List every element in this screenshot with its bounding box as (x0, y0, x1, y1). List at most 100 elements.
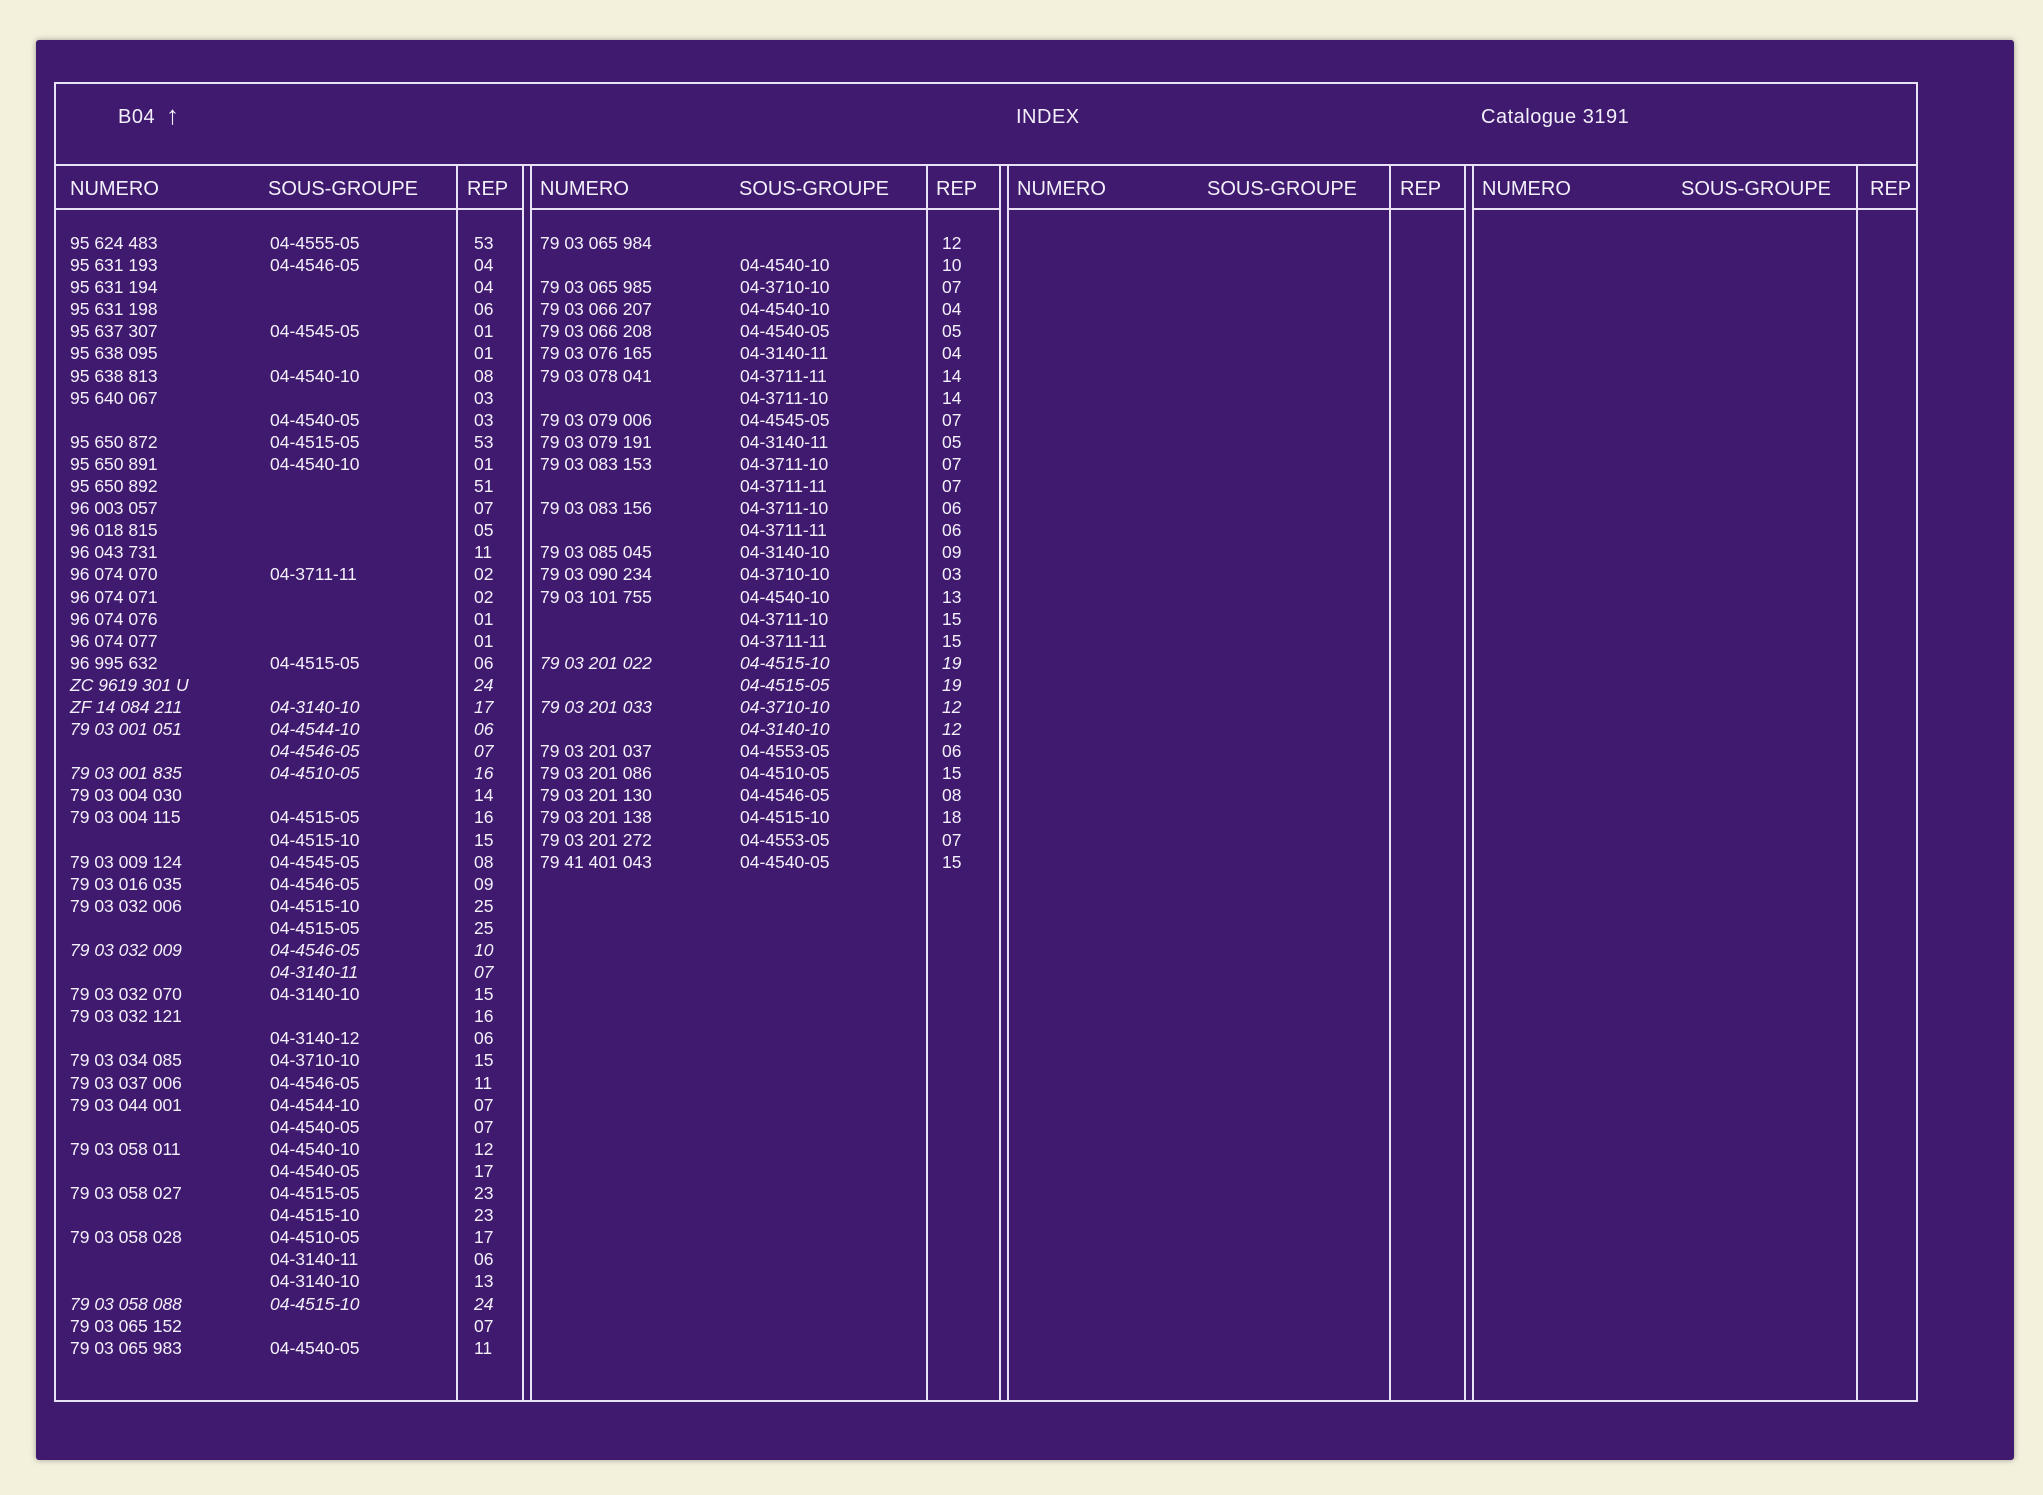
numero-cell: 79 41 401 043 (540, 851, 652, 872)
table-row: 95 650 872 04-4515-05 53 (56, 431, 522, 453)
rep-cell: 04 (474, 277, 494, 298)
sous-groupe-cell: 04-4544-10 (270, 719, 360, 740)
up-arrow-icon: ↑ (166, 100, 180, 130)
sous-groupe-cell: 04-4546-05 (270, 1072, 360, 1093)
rep-cell: 05 (942, 321, 962, 342)
table-row: 96 995 632 04-4515-05 06 (56, 652, 522, 674)
table-row: 95 638 813 04-4540-10 08 (56, 365, 522, 387)
rep-cell: 24 (474, 674, 494, 695)
rep-cell: 06 (942, 498, 962, 519)
numero-cell: 79 03 004 030 (70, 785, 182, 806)
catalogue-sheet: B04 ↑ INDEX Catalogue 3191 NUMERO SOUS-G… (36, 40, 2014, 1460)
table-row: 79 03 201 033 04-3710-10 12 (532, 696, 999, 718)
rep-cell: 25 (474, 917, 494, 938)
rep-cell: 25 (474, 895, 494, 916)
table-row: 04-3140-11 07 (56, 961, 522, 983)
index-panel-3: NUMERO SOUS-GROUPE REP (1009, 166, 1466, 1402)
sous-groupe-cell: 04-3711-10 (740, 608, 829, 629)
sous-groupe-cell: 04-4515-10 (270, 829, 360, 850)
numero-cell: 79 03 001 051 (70, 719, 182, 740)
sous-groupe-header: SOUS-GROUPE (739, 178, 890, 200)
table-row: 79 03 078 041 04-3711-11 14 (532, 365, 999, 387)
table-row: 79 41 401 043 04-4540-05 15 (532, 851, 999, 873)
numero-cell: 79 03 083 153 (540, 453, 652, 474)
table-row: 79 03 004 115 04-4515-05 16 (56, 806, 522, 828)
sous-groupe-cell: 04-3710-10 (740, 696, 830, 717)
sous-groupe-cell: 04-4545-05 (740, 409, 830, 430)
rep-cell: 01 (474, 630, 494, 651)
numero-cell: 96 074 076 (70, 608, 158, 629)
sous-groupe-cell: 04-4540-05 (270, 1116, 360, 1137)
numero-cell: 79 03 090 234 (540, 564, 652, 585)
numero-cell: 79 03 201 272 (540, 829, 652, 850)
table-row: 79 03 076 165 04-3140-11 04 (532, 342, 999, 364)
numero-cell: 79 03 001 835 (70, 763, 182, 784)
sous-groupe-cell: 04-4510-05 (270, 763, 360, 784)
sous-groupe-cell: 04-4545-05 (270, 851, 360, 872)
rep-cell: 07 (474, 1116, 494, 1137)
numero-cell: 79 03 058 027 (70, 1183, 182, 1204)
numero-cell: 95 650 872 (70, 431, 158, 452)
numero-cell: 79 03 079 006 (540, 409, 652, 430)
numero-header: NUMERO (1482, 178, 1571, 200)
table-row: 04-3140-11 06 (56, 1248, 522, 1270)
index-rows: 95 624 483 04-4555-05 53 95 631 193 04-4546-… (56, 210, 522, 1359)
column-headers: NUMERO SOUS-GROUPE REP (1474, 166, 1916, 210)
numero-cell: 96 074 077 (70, 630, 158, 651)
rep-cell: 13 (474, 1271, 494, 1292)
numero-cell: 79 03 065 983 (70, 1337, 182, 1358)
column-headers: NUMERO SOUS-GROUPE REP (532, 166, 999, 210)
sous-groupe-cell: 04-4510-05 (270, 1227, 360, 1248)
rep-cell: 01 (474, 321, 494, 342)
sous-groupe-header: SOUS-GROUPE (1207, 178, 1358, 200)
numero-cell: 79 03 079 191 (540, 431, 652, 452)
rep-cell: 07 (474, 1315, 494, 1336)
numero-cell: 79 03 201 022 (540, 652, 652, 673)
rep-cell: 07 (474, 741, 494, 762)
rep-cell: 07 (942, 453, 962, 474)
table-row: 79 03 058 011 04-4540-10 12 (56, 1138, 522, 1160)
sous-groupe-cell: 04-4515-05 (270, 1183, 360, 1204)
table-row: 79 03 079 006 04-4545-05 07 (532, 409, 999, 431)
numero-cell: 79 03 044 001 (70, 1094, 182, 1115)
column-headers: NUMERO SOUS-GROUPE REP (1009, 166, 1464, 210)
rep-cell: 07 (474, 1094, 494, 1115)
numero-cell: 95 638 813 (70, 365, 158, 386)
rep-cell: 06 (474, 1028, 494, 1049)
table-row: 04-3711-11 15 (532, 630, 999, 652)
numero-cell: 79 03 032 121 (70, 1006, 182, 1027)
numero-cell: 79 03 076 165 (540, 343, 652, 364)
table-row: 79 03 004 030 14 (56, 784, 522, 806)
sous-groupe-cell: 04-4553-05 (740, 741, 830, 762)
table-row: 04-4540-05 03 (56, 409, 522, 431)
rep-cell: 12 (942, 696, 962, 717)
rep-cell: 17 (474, 696, 494, 717)
table-row: 79 03 201 272 04-4553-05 07 (532, 829, 999, 851)
numero-cell: 95 624 483 (70, 233, 158, 253)
sous-groupe-cell: 04-3711-11 (740, 520, 827, 541)
numero-cell: 79 03 058 011 (70, 1138, 181, 1159)
table-row: 79 03 066 207 04-4540-10 04 (532, 298, 999, 320)
rep-cell: 16 (474, 763, 494, 784)
sous-groupe-cell: 04-3140-12 (270, 1028, 360, 1049)
rep-header: REP (467, 178, 509, 200)
rep-cell: 06 (474, 719, 494, 740)
index-panel-1: NUMERO SOUS-GROUPE REP 95 624 483 04-4555… (56, 166, 524, 1402)
sous-groupe-cell: 04-4515-05 (270, 652, 360, 673)
sous-groupe-cell: 04-3140-10 (740, 542, 830, 563)
sous-groupe-cell: 04-4546-05 (270, 741, 360, 762)
sous-groupe-cell: 04-4515-05 (270, 917, 360, 938)
rep-cell: 16 (474, 1006, 494, 1027)
sous-groupe-cell: 04-3711-10 (740, 498, 829, 519)
numero-cell: 95 631 198 (70, 299, 158, 320)
table-row: 79 03 201 138 04-4515-10 18 (532, 806, 999, 828)
rep-cell: 05 (474, 520, 494, 541)
table-row: 04-3711-11 07 (532, 475, 999, 497)
rep-cell: 07 (474, 962, 494, 983)
table-row: 79 03 201 022 04-4515-10 19 (532, 652, 999, 674)
numero-cell: 79 03 032 009 (70, 940, 182, 960)
table-row: 79 03 034 085 04-3710-10 15 (56, 1049, 522, 1071)
sous-groupe-cell: 04-4540-05 (270, 409, 360, 430)
rep-cell: 03 (474, 387, 494, 408)
rep-cell: 10 (942, 255, 962, 276)
